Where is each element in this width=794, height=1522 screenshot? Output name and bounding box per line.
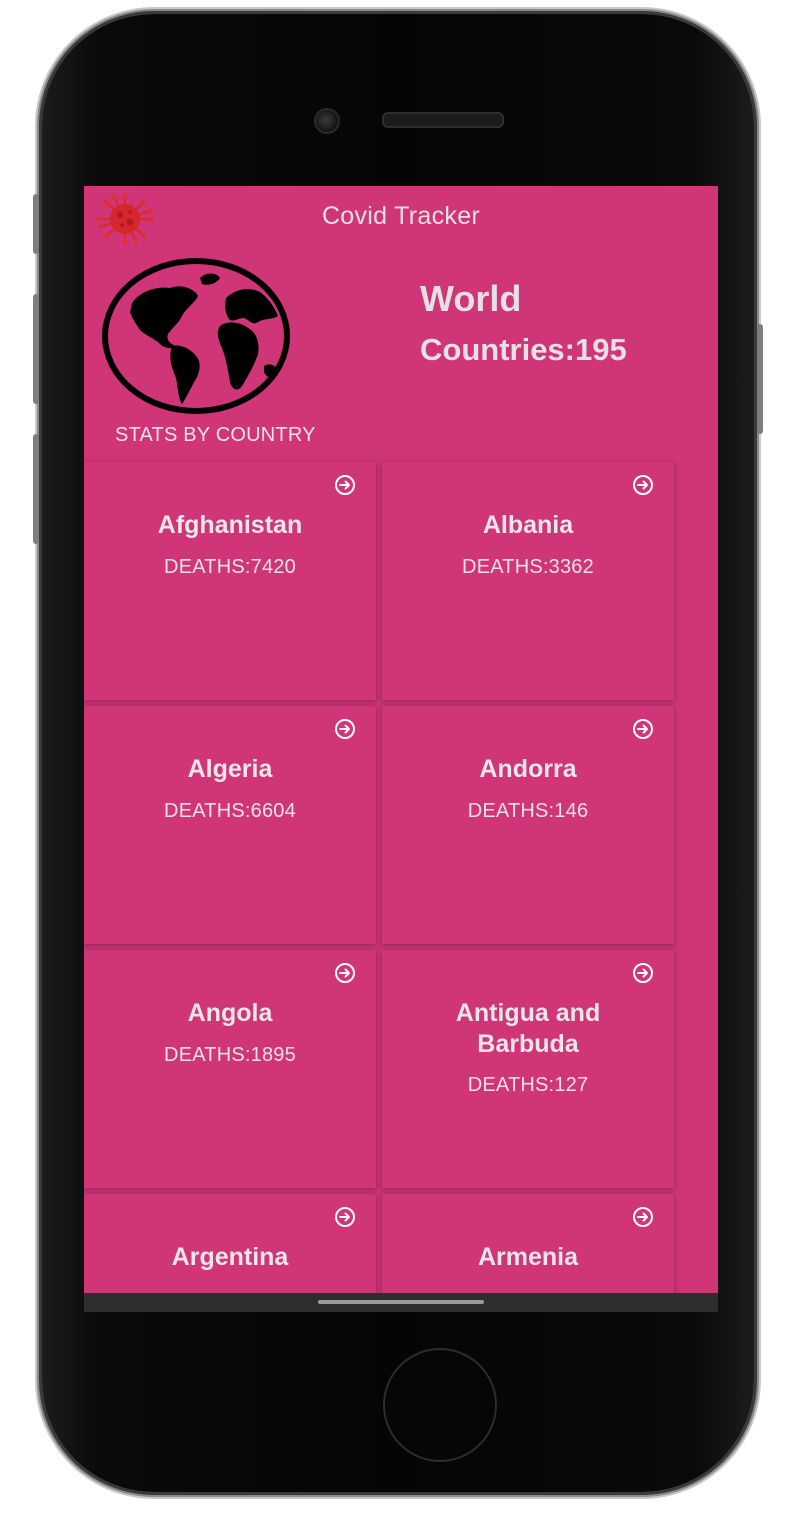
country-card[interactable]: Antigua and Barbuda DEATHS:127 [382, 950, 674, 1188]
arrow-right-circle-icon[interactable] [334, 718, 356, 740]
country-name: Afghanistan [157, 511, 303, 539]
country-deaths: DEATHS:1895 [164, 1044, 296, 1066]
country-name: Argentina [171, 1243, 289, 1271]
country-name: Angola [187, 999, 273, 1027]
volume-down-button [33, 434, 39, 544]
country-deaths: DEATHS:3362 [462, 556, 594, 578]
front-camera [314, 108, 340, 134]
mute-switch [33, 194, 39, 254]
country-name: Antigua and Barbuda [455, 999, 601, 1058]
country-deaths: DEATHS:7420 [164, 556, 296, 578]
country-deaths: DEATHS:6604 [164, 800, 296, 822]
world-header: STATS BY COUNTRY World Countries:195 [84, 250, 718, 462]
country-name: Albania [482, 511, 574, 539]
home-indicator[interactable] [318, 1300, 484, 1304]
arrow-right-circle-icon[interactable] [632, 962, 654, 984]
arrow-right-circle-icon[interactable] [632, 718, 654, 740]
globe-icon[interactable] [102, 258, 290, 414]
stats-by-country-label: STATS BY COUNTRY [115, 424, 316, 446]
arrow-right-circle-icon[interactable] [334, 474, 356, 496]
arrow-right-circle-icon[interactable] [334, 962, 356, 984]
country-card[interactable]: Andorra DEATHS:146 [382, 706, 674, 944]
app-screen: Covid Tracker STATS BY COUNTRY World Cou… [84, 186, 718, 1312]
arrow-right-circle-icon[interactable] [632, 1206, 654, 1228]
app-bar: Covid Tracker [84, 186, 718, 250]
country-name: Algeria [187, 755, 273, 783]
country-deaths: DEATHS:146 [467, 800, 589, 822]
world-title: World [420, 278, 522, 319]
country-card[interactable]: Albania DEATHS:3362 [382, 462, 674, 700]
countries-count: Countries:195 [420, 332, 627, 367]
country-deaths: DEATHS:127 [467, 1074, 589, 1096]
power-button [757, 324, 763, 434]
country-name: Andorra [479, 755, 577, 783]
navigation-bar [84, 1293, 718, 1312]
volume-up-button [33, 294, 39, 404]
country-name: Armenia [477, 1243, 579, 1271]
home-button[interactable] [383, 1348, 497, 1462]
country-card[interactable]: Angola DEATHS:1895 [84, 950, 376, 1188]
app-title: Covid Tracker [321, 202, 481, 230]
country-card[interactable]: Afghanistan DEATHS:7420 [84, 462, 376, 700]
arrow-right-circle-icon[interactable] [632, 474, 654, 496]
earpiece-speaker [382, 112, 504, 128]
arrow-right-circle-icon[interactable] [334, 1206, 356, 1228]
country-card[interactable]: Algeria DEATHS:6604 [84, 706, 376, 944]
